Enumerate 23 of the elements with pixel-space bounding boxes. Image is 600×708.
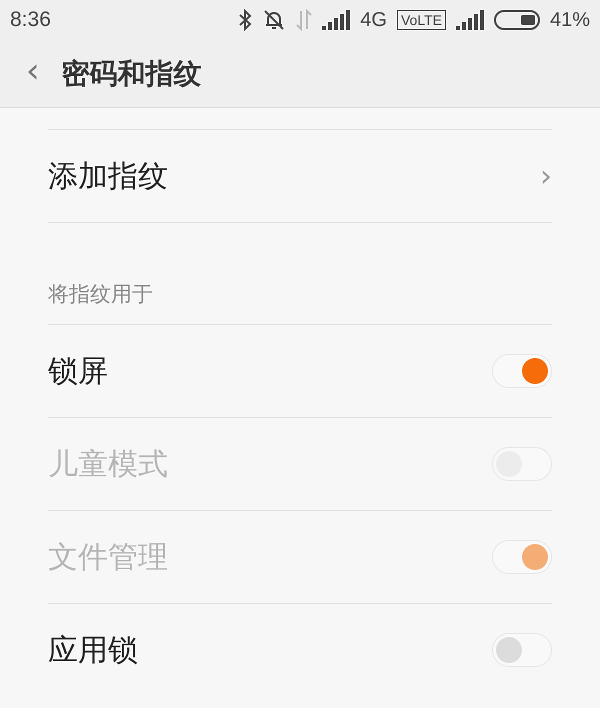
toggle-switch[interactable] (492, 354, 552, 388)
chevron-icon: › (540, 158, 552, 194)
status-time: 8:36 (10, 8, 52, 32)
battery-level: 41% (550, 8, 590, 32)
volte-indicator: VoLTE (396, 10, 446, 30)
setting-label: 儿童模式 (48, 446, 168, 484)
item-label: 添加指纹 (48, 158, 168, 196)
toggle-switch[interactable] (492, 633, 552, 667)
bluetooth-icon (238, 9, 252, 31)
section-title: 将指纹用于 (48, 281, 153, 308)
signal-icon (322, 10, 350, 30)
muted-bell-icon (262, 9, 286, 31)
add-fingerprint-item[interactable]: 添加指纹 › (48, 129, 552, 222)
toggle-switch[interactable] (492, 540, 552, 574)
setting-label: 应用锁 (48, 632, 138, 670)
back-button[interactable]: ‹ (26, 54, 40, 94)
page-title: 密码和指纹 (62, 56, 202, 92)
signal-icon (456, 10, 484, 30)
network-type: 4G (360, 8, 387, 32)
data-arrows-icon (296, 9, 312, 31)
battery-icon (494, 10, 540, 30)
setting-label: 锁屏 (48, 352, 108, 390)
setting-label: 文件管理 (48, 538, 168, 576)
